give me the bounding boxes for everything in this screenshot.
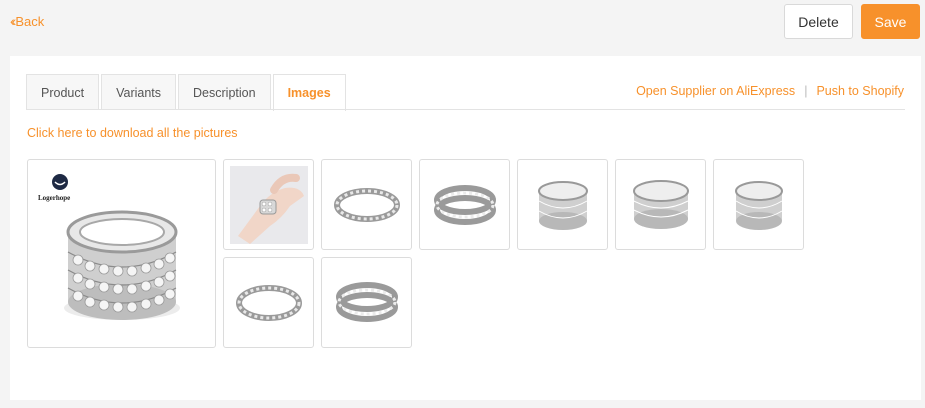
save-button[interactable]: Save	[861, 4, 920, 39]
delete-button[interactable]: Delete	[784, 4, 853, 39]
push-to-shopify-link[interactable]: Push to Shopify	[816, 84, 904, 98]
product-thumbnail[interactable]	[517, 159, 608, 250]
back-link[interactable]: ‹‹ Back	[10, 13, 44, 29]
main-product-image[interactable]: Logerhope	[27, 159, 216, 348]
tab-product[interactable]: Product	[26, 74, 100, 110]
open-supplier-link[interactable]: Open Supplier on AliExpress	[636, 84, 795, 98]
ring-image: Logerhope	[38, 174, 180, 320]
ring-image	[235, 284, 302, 321]
panel-links: Open Supplier on AliExpress | Push to Sh…	[636, 84, 904, 98]
product-thumbnail[interactable]	[713, 159, 804, 250]
tab-variants[interactable]: Variants	[101, 74, 177, 110]
product-thumbnail[interactable]	[321, 159, 412, 250]
hand-ring-image	[229, 165, 308, 244]
brand-logo-icon	[52, 174, 68, 190]
product-thumbnail[interactable]	[321, 257, 412, 348]
double-chevron-left-icon: ‹‹	[10, 13, 17, 29]
ring-image	[335, 281, 398, 322]
tab-bar: Product Variants Description Images	[26, 74, 348, 111]
ring-image	[433, 184, 496, 225]
top-bar: ‹‹ Back Delete Save	[0, 0, 925, 48]
product-thumbnail[interactable]	[615, 159, 706, 250]
tab-images[interactable]: Images	[272, 74, 346, 111]
back-label: Back	[15, 13, 45, 29]
tab-description[interactable]: Description	[178, 74, 271, 110]
product-panel: Product Variants Description Images Open…	[10, 56, 921, 400]
tabs-divider	[26, 109, 905, 110]
link-separator: |	[804, 84, 808, 98]
product-thumbnail[interactable]	[419, 159, 510, 250]
ring-image	[632, 179, 689, 229]
ring-image	[537, 180, 588, 230]
ring-image	[734, 180, 783, 230]
brand-text: Logerhope	[38, 194, 70, 202]
product-thumbnail[interactable]	[223, 159, 314, 250]
ring-image	[333, 187, 400, 222]
download-all-pictures-link[interactable]: Click here to download all the pictures	[27, 126, 238, 140]
product-thumbnail[interactable]	[223, 257, 314, 348]
